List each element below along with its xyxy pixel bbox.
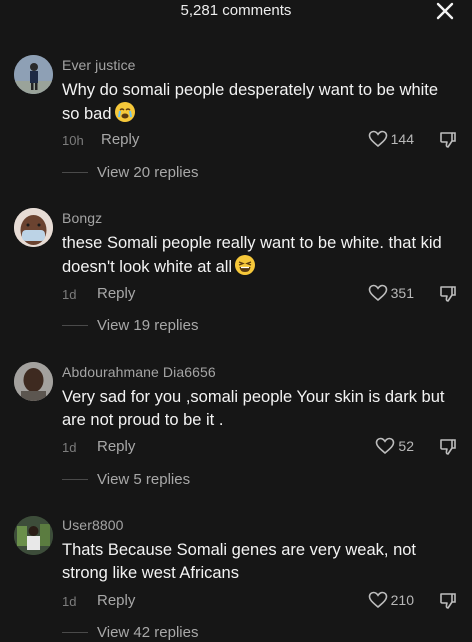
reply-button[interactable]: Reply — [97, 438, 135, 455]
like-button[interactable]: 52 — [375, 437, 414, 455]
avatar-image — [14, 208, 53, 247]
close-icon — [436, 2, 454, 20]
comment-username[interactable]: User8800 — [62, 517, 124, 533]
avatar[interactable] — [14, 208, 53, 247]
comments-count-title: 5,281 comments — [180, 2, 292, 19]
view-replies-label: View 42 replies — [97, 624, 199, 641]
comment-time: 1d — [62, 440, 77, 455]
heart-icon — [368, 284, 387, 302]
comment-username[interactable]: Abdourahmane Dia6656 — [62, 364, 216, 380]
divider-line — [62, 479, 88, 480]
reply-button[interactable]: Reply — [97, 592, 135, 609]
comment-time: 10h — [62, 133, 84, 148]
thumbs-down-icon — [440, 593, 456, 609]
heart-icon — [368, 130, 387, 148]
view-replies-label: View 5 replies — [97, 471, 191, 488]
like-count: 52 — [398, 438, 414, 454]
divider-line — [62, 632, 88, 633]
avatar-image — [14, 362, 53, 401]
like-count: 351 — [390, 285, 414, 301]
avatar-image — [14, 516, 53, 555]
avatar[interactable] — [14, 55, 53, 94]
like-count: 144 — [390, 131, 414, 147]
avatar[interactable] — [14, 516, 53, 555]
heart-icon — [376, 437, 395, 455]
reply-button[interactable]: Reply — [101, 131, 139, 148]
like-button[interactable]: 351 — [368, 284, 414, 302]
view-replies-label: View 19 replies — [97, 317, 199, 334]
comment-time: 1d — [62, 287, 77, 302]
dislike-button[interactable] — [438, 437, 458, 457]
view-replies-button[interactable]: View 19 replies — [62, 317, 198, 334]
avatar[interactable] — [14, 362, 53, 401]
view-replies-label: View 20 replies — [97, 164, 199, 181]
heart-icon — [368, 591, 387, 609]
view-replies-button[interactable]: View 42 replies — [62, 624, 198, 641]
dislike-button[interactable] — [438, 284, 458, 304]
comment-username[interactable]: Bongz — [62, 210, 102, 226]
comment-text: these Somali people really want to be wh… — [62, 234, 442, 276]
comment-username[interactable]: Ever justice — [62, 57, 136, 73]
dislike-button[interactable] — [438, 130, 458, 150]
thumbs-down-icon — [440, 439, 456, 455]
close-button[interactable] — [434, 0, 456, 22]
comment-text: Very sad for you ,somali people Your ski… — [62, 388, 445, 429]
divider-line — [62, 325, 88, 326]
crying-face-emoji-icon — [114, 102, 135, 122]
view-replies-button[interactable]: View 20 replies — [62, 164, 198, 181]
comments-header: 5,281 comments — [0, 0, 472, 24]
avatar-image — [14, 55, 53, 94]
reply-button[interactable]: Reply — [97, 285, 135, 302]
dislike-button[interactable] — [438, 591, 458, 611]
thumbs-down-icon — [440, 132, 456, 148]
divider-line — [62, 172, 88, 173]
thumbs-down-icon — [440, 286, 456, 302]
laughing-face-emoji-icon — [235, 255, 256, 275]
view-replies-button[interactable]: View 5 replies — [62, 471, 190, 488]
comment-text: Why do somali people desperately want to… — [62, 81, 439, 123]
like-button[interactable]: 210 — [368, 591, 414, 609]
like-button[interactable]: 144 — [368, 130, 414, 148]
comment-time: 1d — [62, 594, 77, 609]
like-count: 210 — [390, 592, 414, 608]
comment-text: Thats Because Somali genes are very weak… — [62, 541, 417, 582]
